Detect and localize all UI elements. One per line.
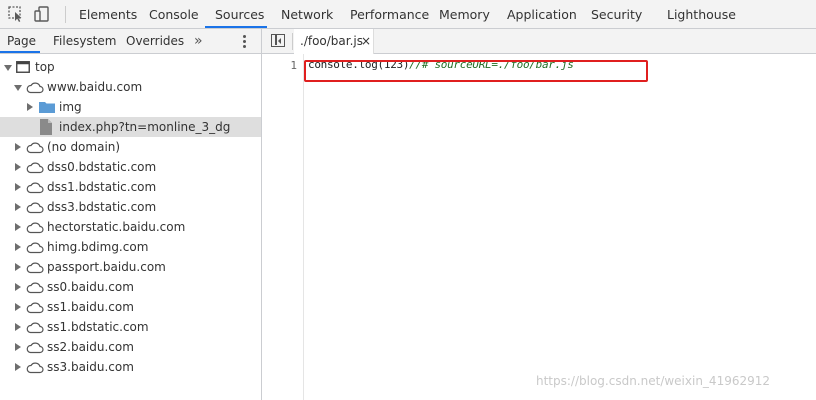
cloud-icon <box>26 342 44 354</box>
expand-arrow-icon[interactable] <box>15 143 21 151</box>
expand-arrow-icon[interactable] <box>15 323 21 331</box>
tree-item-label: www.baidu.com <box>47 80 143 94</box>
expand-arrow-icon[interactable] <box>15 343 21 351</box>
line-number: 1 <box>290 59 297 72</box>
more-options-icon[interactable] <box>243 35 247 49</box>
tab-console[interactable]: Console <box>149 0 199 28</box>
more-tabs-chevron-icon[interactable]: » <box>194 29 203 53</box>
frame-icon <box>16 61 30 73</box>
tree-item-ss0[interactable]: ss0.baidu.com <box>0 277 261 297</box>
cloud-icon <box>26 262 44 274</box>
cloud-icon <box>26 82 44 94</box>
cloud-icon <box>26 362 44 374</box>
tab-security[interactable]: Security <box>591 0 642 28</box>
tab-overrides[interactable]: Overrides <box>126 29 184 53</box>
cloud-icon <box>26 322 44 334</box>
expand-arrow-icon[interactable] <box>15 283 21 291</box>
tree-item-label: index.php?tn=monline_3_dg <box>59 120 231 134</box>
tree-item-label: ss0.baidu.com <box>47 280 134 294</box>
tree-item-ss3[interactable]: ss3.baidu.com <box>0 357 261 377</box>
cloud-icon <box>26 242 44 254</box>
tab-performance[interactable]: Performance <box>350 0 429 28</box>
expand-arrow-icon[interactable] <box>15 263 21 271</box>
expand-arrow-icon[interactable] <box>15 223 21 231</box>
expand-arrow-icon[interactable] <box>4 65 12 71</box>
tab-page[interactable]: Page <box>7 29 36 53</box>
tree-item-hectorstatic[interactable]: hectorstatic.baidu.com <box>0 217 261 237</box>
tab-network[interactable]: Network <box>281 0 333 28</box>
tree-item-label: top <box>35 60 55 74</box>
code-editor[interactable]: 1 console.log(123)//# sourceURL=./foo/ba… <box>262 54 816 400</box>
close-icon[interactable]: × <box>361 29 371 54</box>
tree-item-label: hectorstatic.baidu.com <box>47 220 186 234</box>
tree-item-label: himg.bdimg.com <box>47 240 149 254</box>
cloud-icon <box>26 142 44 154</box>
cloud-icon <box>26 202 44 214</box>
folder-icon <box>39 102 55 113</box>
watermark-text: https://blog.csdn.net/weixin_41962912 <box>536 374 771 388</box>
tree-item-passport[interactable]: passport.baidu.com <box>0 257 261 277</box>
tree-item-top[interactable]: top <box>0 57 261 77</box>
tree-item-index-php[interactable]: index.php?tn=monline_3_dg <box>0 117 261 137</box>
expand-arrow-icon[interactable] <box>15 183 21 191</box>
annotation-highlight-box <box>304 60 648 82</box>
tree-item-label: img <box>59 100 82 114</box>
tree-item-no-domain[interactable]: (no domain) <box>0 137 261 157</box>
active-subtab-indicator <box>0 51 40 53</box>
cloud-icon <box>26 222 44 234</box>
tree-item-dss0[interactable]: dss0.bdstatic.com <box>0 157 261 177</box>
expand-arrow-icon[interactable] <box>15 243 21 251</box>
devtools-toolbar: Elements Console Sources Network Perform… <box>0 0 816 29</box>
expand-arrow-icon[interactable] <box>15 303 21 311</box>
tree-item-ss1-baidu[interactable]: ss1.baidu.com <box>0 297 261 317</box>
expand-arrow-icon[interactable] <box>15 163 21 171</box>
toggle-navigator-icon[interactable] <box>271 34 285 47</box>
toolbar-divider <box>65 6 66 23</box>
cloud-icon <box>26 282 44 294</box>
tree-item-label: ss2.baidu.com <box>47 340 134 354</box>
expand-arrow-icon[interactable] <box>15 363 21 371</box>
tree-item-dss3[interactable]: dss3.bdstatic.com <box>0 197 261 217</box>
tree-item-label: dss1.bdstatic.com <box>47 180 157 194</box>
active-tab-indicator <box>205 26 267 28</box>
cloud-icon <box>26 162 44 174</box>
tree-item-ss2[interactable]: ss2.baidu.com <box>0 337 261 357</box>
tab-sources[interactable]: Sources <box>215 0 264 28</box>
tree-item-www-baidu-com[interactable]: www.baidu.com <box>0 77 261 97</box>
expand-arrow-icon[interactable] <box>15 203 21 211</box>
tab-application[interactable]: Application <box>507 0 577 28</box>
file-tab-label: ./foo/bar.js <box>300 34 364 48</box>
editor-tab-bar: ./foo/bar.js × <box>262 29 816 54</box>
tree-item-img[interactable]: img <box>0 97 261 117</box>
tab-elements[interactable]: Elements <box>79 0 137 28</box>
navigator-panel: Page Filesystem Overrides » top www.baid… <box>0 29 262 400</box>
tab-filesystem[interactable]: Filesystem <box>53 29 116 53</box>
element-picker-icon[interactable] <box>8 6 24 22</box>
tree-item-label: dss3.bdstatic.com <box>47 200 157 214</box>
expand-arrow-icon[interactable] <box>14 85 22 91</box>
tree-item-label: (no domain) <box>47 140 121 154</box>
editor-tab-divider <box>292 33 293 50</box>
tab-memory[interactable]: Memory <box>439 0 490 28</box>
device-toolbar-icon[interactable] <box>34 6 50 22</box>
expand-arrow-icon[interactable] <box>27 103 33 111</box>
editor-file-tab[interactable]: ./foo/bar.js × <box>294 29 374 54</box>
tree-item-himg[interactable]: himg.bdimg.com <box>0 237 261 257</box>
tree-item-label: passport.baidu.com <box>47 260 166 274</box>
cloud-icon <box>26 182 44 194</box>
line-number-gutter: 1 <box>262 54 304 400</box>
tree-item-label: ss3.baidu.com <box>47 360 134 374</box>
tree-item-label: dss0.bdstatic.com <box>47 160 157 174</box>
cloud-icon <box>26 302 44 314</box>
tree-item-label: ss1.baidu.com <box>47 300 134 314</box>
file-icon <box>40 119 52 135</box>
tab-lighthouse[interactable]: Lighthouse <box>667 0 736 28</box>
navigator-tabs: Page Filesystem Overrides » <box>0 29 261 54</box>
tree-item-dss1[interactable]: dss1.bdstatic.com <box>0 177 261 197</box>
tree-item-ss1-bdstatic[interactable]: ss1.bdstatic.com <box>0 317 261 337</box>
tree-item-label: ss1.bdstatic.com <box>47 320 149 334</box>
